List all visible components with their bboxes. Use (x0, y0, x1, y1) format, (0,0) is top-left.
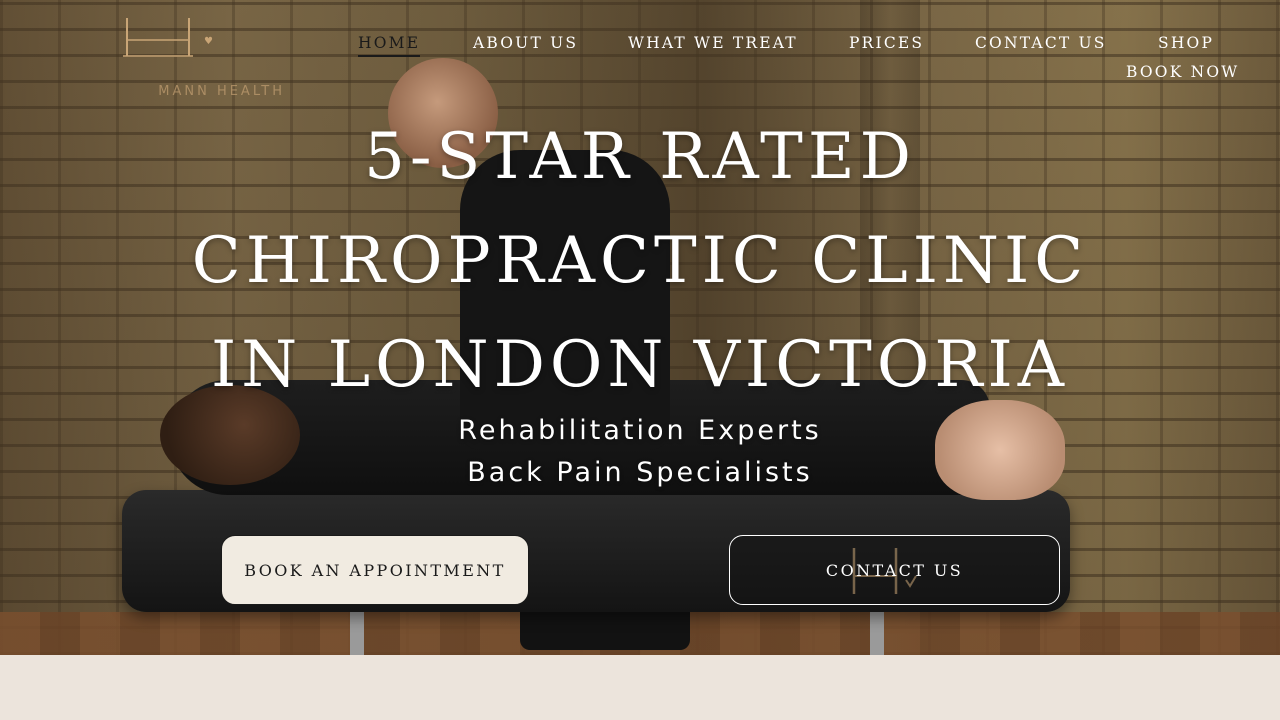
subheading-line: Back Pain Specialists (467, 457, 813, 488)
nav-link-book-now[interactable]: BOOK NOW (1126, 63, 1239, 81)
book-appointment-label: BOOK AN APPOINTMENT (244, 560, 506, 580)
contact-us-label: CONTACT US (825, 560, 964, 580)
nav-link-contact-us[interactable]: CONTACT US (975, 34, 1107, 52)
hero-subheading: Rehabilitation Experts Back Pain Special… (0, 410, 1280, 494)
nav-link-prices[interactable]: PRICES (849, 34, 924, 52)
headline-line: IN LONDON VICTORIA (210, 328, 1070, 402)
page-bottom-band (0, 655, 1280, 720)
nav-link-shop[interactable]: SHOP (1158, 34, 1214, 52)
book-appointment-button[interactable]: BOOK AN APPOINTMENT (221, 535, 529, 605)
hero-headline: 5-STAR RATED CHIROPRACTIC CLINIC IN LOND… (0, 105, 1280, 417)
nav-link-what-we-treat[interactable]: WHAT WE TREAT (628, 34, 798, 52)
subheading-line: Rehabilitation Experts (458, 415, 822, 446)
headline-line: CHIROPRACTIC CLINIC (191, 224, 1089, 298)
table-leg (870, 612, 884, 655)
contact-us-button[interactable]: CONTACT US (729, 535, 1060, 605)
nav-link-about-us[interactable]: ABOUT US (473, 34, 578, 52)
table-leg (350, 612, 364, 655)
headline-line: 5-STAR RATED (364, 120, 916, 194)
nav-link-home[interactable]: HOME (358, 34, 421, 57)
main-navigation: HOME ABOUT US WHAT WE TREAT PRICES CONTA… (0, 34, 1280, 94)
